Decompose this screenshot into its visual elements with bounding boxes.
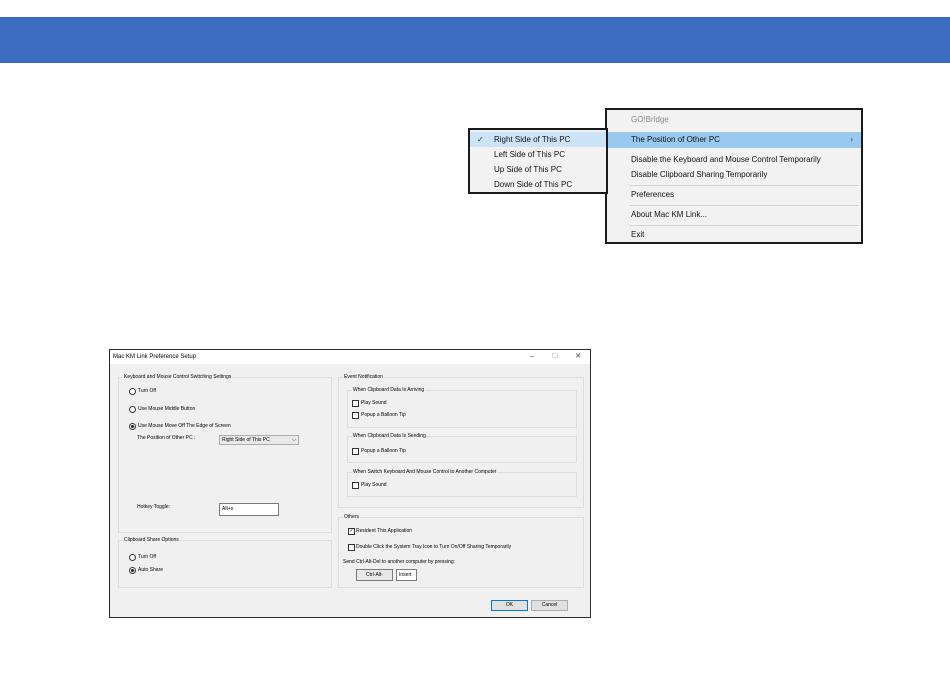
- switch-group: When Switch Keyboard And Mouse Control t…: [347, 469, 577, 497]
- double-click-label: Double Click the System Tray Icon to Tur…: [356, 544, 512, 550]
- middle-button-label: Use Mouse Middle Button: [138, 406, 196, 412]
- chevron-right-icon: ›: [850, 135, 853, 144]
- sending-legend: When Clipboard Data Is Sending: [352, 433, 427, 440]
- menu-item-disable-clipboard[interactable]: Disable Clipboard Sharing Temporarily: [607, 167, 861, 183]
- preference-dialog: Mac KM Link Preference Setup – ☐ ✕ Keybo…: [109, 349, 591, 618]
- event-notification-group: Event Notification When Clipboard Data I…: [338, 374, 584, 508]
- arriving-legend: When Clipboard Data Is Arriving: [352, 387, 426, 394]
- auto-share-label: Auto Share: [138, 567, 164, 573]
- sending-group: When Clipboard Data Is Sending Popup a B…: [347, 433, 577, 463]
- menu-item-about[interactable]: About Mac KM Link...: [607, 207, 861, 223]
- combo-prefix: Ctrl-Alt-: [356, 569, 393, 581]
- submenu-item-left-side[interactable]: Left Side of This PC: [470, 147, 606, 162]
- switch-turn-off-label: Turn Off: [138, 388, 157, 394]
- cancel-button[interactable]: Cancel: [531, 600, 568, 611]
- sending-balloon-checkbox[interactable]: [352, 448, 359, 455]
- submenu-item-label: Right Side of This PC: [494, 135, 571, 144]
- hotkey-input[interactable]: Alt+s: [219, 503, 279, 516]
- ok-button[interactable]: OK: [491, 600, 528, 611]
- switch-play-sound-checkbox[interactable]: [352, 482, 359, 489]
- event-legend: Event Notification: [343, 374, 384, 381]
- menu-divider: [629, 205, 859, 206]
- menu-divider: [629, 185, 859, 186]
- arriving-balloon-label: Popup a Balloon Tip: [361, 412, 406, 418]
- menu-item-position-other-pc[interactable]: The Position of Other PC ›: [607, 132, 861, 148]
- switch-legend: When Switch Keyboard And Mouse Control t…: [352, 469, 498, 476]
- maximize-button[interactable]: ☐: [548, 351, 562, 363]
- others-legend: Others: [343, 514, 361, 521]
- clipboard-turn-off-label: Turn Off: [138, 554, 157, 560]
- clipboard-turn-off-radio[interactable]: [129, 554, 136, 561]
- close-button[interactable]: ✕: [571, 351, 585, 363]
- checkmark-icon: ✓: [477, 135, 484, 144]
- middle-button-radio[interactable]: [129, 406, 136, 413]
- switch-play-sound-label: Play Sound: [361, 482, 387, 488]
- arriving-group: When Clipboard Data Is Arriving Play Sou…: [347, 387, 577, 428]
- menu-item-app-name: GO!Bridge: [631, 115, 669, 124]
- edge-label: Use Mouse Move Off The Edge of Screen: [138, 423, 231, 429]
- arriving-play-sound-checkbox[interactable]: [352, 400, 359, 407]
- position-label: The Position of Other PC :: [137, 435, 196, 441]
- menu-item-exit[interactable]: Exit: [607, 227, 861, 243]
- minimize-button[interactable]: –: [525, 351, 539, 363]
- switching-settings-group: Keyboard and Mouse Control Switching Set…: [118, 374, 332, 533]
- submenu-item-right-side[interactable]: ✓ Right Side of This PC: [470, 132, 606, 147]
- menu-item-preferences[interactable]: Preferences: [607, 187, 861, 203]
- switching-legend: Keyboard and Mouse Control Switching Set…: [123, 374, 233, 381]
- double-click-checkbox[interactable]: [348, 544, 355, 551]
- clipboard-legend: Clipboard Share Options: [123, 537, 180, 544]
- chevron-down-icon: ⌵: [292, 437, 296, 443]
- resident-label: Resident This Application: [356, 528, 413, 534]
- arriving-balloon-checkbox[interactable]: [352, 412, 359, 419]
- edge-radio[interactable]: [129, 423, 136, 430]
- others-group: Others ✓ Resident This Application Doubl…: [338, 514, 584, 588]
- tray-context-menu: GO!Bridge The Position of Other PC › Dis…: [605, 108, 863, 244]
- auto-share-radio[interactable]: [129, 567, 136, 574]
- send-cad-label: Send Ctrl-Alt-Del to another computer by…: [343, 559, 455, 565]
- clipboard-share-group: Clipboard Share Options Turn Off Auto Sh…: [118, 537, 332, 588]
- position-submenu: ✓ Right Side of This PC Left Side of Thi…: [468, 128, 608, 194]
- hotkey-label: Hotkey Toggle:: [137, 504, 170, 510]
- menu-item-disable-km[interactable]: Disable the Keyboard and Mouse Control T…: [607, 152, 861, 168]
- combo-key-input[interactable]: Insert: [396, 569, 417, 581]
- menu-item-label: The Position of Other PC: [631, 135, 720, 144]
- submenu-item-up-side[interactable]: Up Side of This PC: [470, 162, 606, 177]
- dialog-titlebar: Mac KM Link Preference Setup – ☐ ✕: [110, 350, 590, 364]
- position-select[interactable]: Right Side of This PC ⌵: [219, 435, 299, 445]
- sending-balloon-label: Popup a Balloon Tip: [361, 448, 406, 454]
- dialog-title: Mac KM Link Preference Setup: [113, 354, 197, 360]
- arriving-play-sound-label: Play Sound: [361, 400, 387, 406]
- header-banner: [0, 17, 950, 63]
- switch-turn-off-radio[interactable]: [129, 388, 136, 395]
- position-select-value: Right Side of This PC: [222, 437, 270, 443]
- submenu-item-down-side[interactable]: Down Side of This PC: [470, 177, 606, 192]
- resident-checkbox[interactable]: ✓: [348, 528, 355, 535]
- menu-divider: [629, 225, 859, 226]
